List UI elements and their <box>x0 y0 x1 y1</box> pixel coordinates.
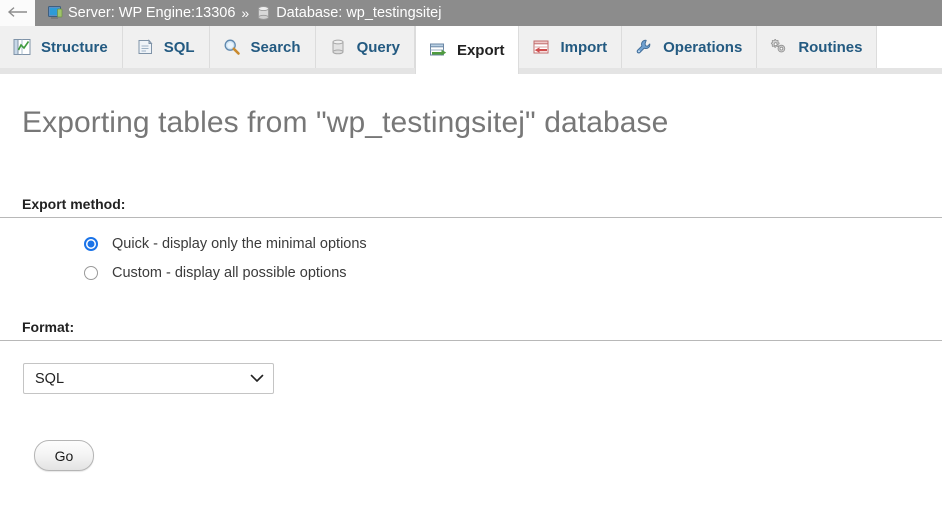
breadcrumb: Server: WP Engine:13306 » Database: wp_t… <box>35 0 441 26</box>
breadcrumb-bar: Server: WP Engine:13306 » Database: wp_t… <box>0 0 942 26</box>
breadcrumb-separator: » <box>241 5 250 21</box>
gears-icon <box>769 37 789 57</box>
tab-search[interactable]: Search <box>209 26 316 68</box>
main-tab-bar: Structure SQL Search Query Export Import… <box>0 26 942 74</box>
tab-operations-label: Operations <box>663 38 743 56</box>
radio-custom-label: Custom - display all possible options <box>112 265 347 281</box>
tab-operations[interactable]: Operations <box>622 26 758 68</box>
chevron-down-icon <box>250 374 264 383</box>
tab-structure[interactable]: Structure <box>0 26 123 68</box>
format-divider <box>0 340 942 341</box>
page-title: Exporting tables from "wp_testingsitej" … <box>22 106 669 139</box>
radio-quick-label: Quick - display only the minimal options <box>112 236 367 252</box>
wrench-icon <box>634 37 654 57</box>
export-icon <box>428 40 448 60</box>
tab-routines[interactable]: Routines <box>757 26 878 68</box>
format-select-value: SQL <box>35 370 65 387</box>
format-select[interactable]: SQL <box>23 363 274 394</box>
export-method-heading: Export method: <box>22 196 126 212</box>
radio-custom-indicator[interactable] <box>84 266 98 280</box>
tab-structure-label: Structure <box>41 38 108 56</box>
back-arrow-icon <box>7 6 29 21</box>
go-button[interactable]: Go <box>34 440 94 471</box>
export-method-radio-group: Quick - display only the minimal options… <box>84 236 942 281</box>
tab-export-label: Export <box>456 41 505 59</box>
search-icon <box>222 37 242 57</box>
export-method-divider <box>0 217 942 218</box>
breadcrumb-item-server[interactable]: Server: WP Engine:13306 <box>47 5 235 21</box>
breadcrumb-item-database[interactable]: Database: wp_testingsitej <box>255 5 441 21</box>
radio-option-custom[interactable]: Custom - display all possible options <box>84 265 942 281</box>
tab-query[interactable]: Query <box>315 26 415 68</box>
tab-query-label: Query <box>356 38 400 56</box>
breadcrumb-server-label: Server: WP Engine:13306 <box>68 5 236 21</box>
tab-routines-label: Routines <box>798 38 863 56</box>
radio-quick-indicator[interactable] <box>84 237 98 251</box>
format-heading: Format: <box>22 319 75 335</box>
structure-icon <box>12 37 32 57</box>
tab-export[interactable]: Export <box>414 26 520 74</box>
tab-import[interactable]: Import <box>519 26 623 68</box>
server-monitor-icon <box>47 5 63 21</box>
tab-sql-label: SQL <box>163 38 195 56</box>
query-icon <box>328 37 348 57</box>
back-button[interactable] <box>0 0 35 26</box>
main-content: Exporting tables from "wp_testingsitej" … <box>0 106 942 471</box>
tab-import-label: Import <box>560 38 608 56</box>
tab-search-label: Search <box>250 38 301 56</box>
database-cylinder-icon <box>255 5 271 21</box>
import-icon <box>531 37 551 57</box>
breadcrumb-database-label: Database: wp_testingsitej <box>276 5 442 21</box>
tab-sql[interactable]: SQL <box>122 26 210 68</box>
radio-option-quick[interactable]: Quick - display only the minimal options <box>84 236 942 252</box>
sql-icon <box>135 37 155 57</box>
